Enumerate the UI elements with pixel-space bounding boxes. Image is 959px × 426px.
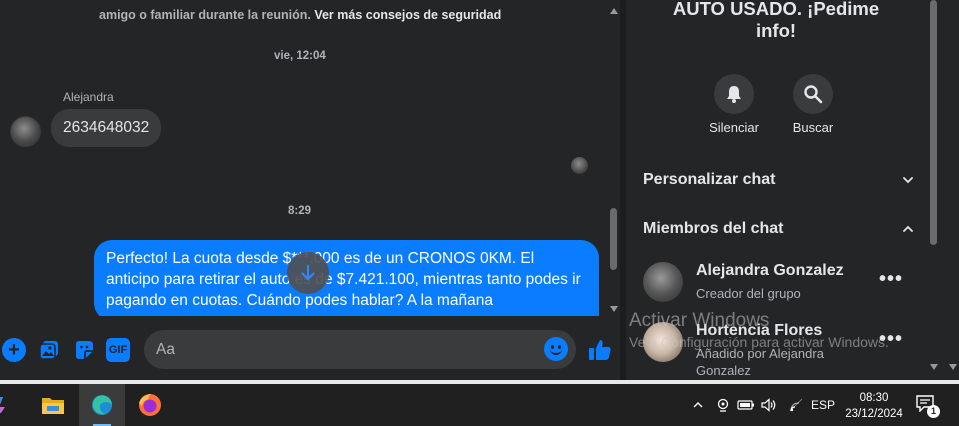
clock-time: 08:30 bbox=[859, 392, 889, 404]
battery-icon bbox=[737, 400, 754, 410]
mute-action[interactable]: Silenciar bbox=[699, 74, 769, 135]
firefox-icon bbox=[139, 394, 161, 416]
scroll-to-bottom-button[interactable] bbox=[287, 252, 329, 294]
scroll-down-arrow-icon[interactable] bbox=[949, 364, 957, 370]
info-scrollbar[interactable] bbox=[927, 0, 941, 380]
sticker-icon bbox=[76, 341, 93, 359]
customize-chat-label: Personalizar chat bbox=[643, 171, 776, 188]
member-role: Creador del grupo bbox=[696, 286, 801, 301]
file-explorer-icon bbox=[42, 398, 64, 414]
group-title: AUTO USADO. ¡Pedime info! bbox=[626, 0, 926, 44]
member-name: Alejandra Gonzalez bbox=[696, 262, 844, 279]
network-tray-button[interactable] bbox=[785, 384, 807, 426]
screen: amigo o familiar durante la reunión. Ver… bbox=[0, 0, 959, 426]
chevron-down-icon bbox=[903, 177, 913, 184]
copilot-button[interactable] bbox=[0, 384, 22, 426]
language-indicator[interactable]: ESP bbox=[810, 384, 836, 426]
watermark-subtitle: Ve a Configuración para activar Windows. bbox=[629, 334, 889, 350]
notification-center-button[interactable]: 1 bbox=[916, 394, 940, 418]
sender-name: Alejandra bbox=[63, 90, 114, 104]
show-hidden-icons-button[interactable] bbox=[688, 384, 708, 426]
scroll-up-arrow-icon[interactable] bbox=[610, 8, 618, 14]
group-title-text: AUTO USADO. ¡Pedime info! bbox=[672, 0, 880, 41]
chat-scrollbar[interactable] bbox=[607, 0, 620, 316]
copilot-icon bbox=[0, 397, 5, 413]
page-scrollbar[interactable] bbox=[941, 0, 959, 380]
member-options-button[interactable]: ••• bbox=[879, 268, 903, 291]
taskbar: ESP 08:30 23/12/2024 1 bbox=[0, 384, 959, 426]
notification-badge: 1 bbox=[927, 405, 940, 418]
edge-button[interactable] bbox=[79, 384, 125, 426]
thumbs-up-icon bbox=[589, 340, 611, 360]
attach-photo-button[interactable] bbox=[37, 338, 61, 362]
clock[interactable]: 08:30 23/12/2024 bbox=[835, 390, 913, 422]
wifi-icon bbox=[789, 398, 803, 412]
chat-panel: amigo o familiar durante la reunión. Ver… bbox=[0, 0, 620, 380]
sticker-button[interactable] bbox=[72, 338, 96, 362]
file-explorer-button[interactable] bbox=[30, 384, 76, 426]
clock-date: 23/12/2024 bbox=[845, 408, 903, 420]
activate-windows-watermark: Activar Windows Ve a Configuración para … bbox=[629, 310, 889, 350]
edge-icon bbox=[92, 395, 112, 415]
message-input-wrapper[interactable] bbox=[144, 330, 576, 369]
gif-button[interactable]: GIF bbox=[106, 338, 130, 362]
avatar[interactable] bbox=[643, 262, 683, 302]
photo-icon bbox=[39, 341, 58, 360]
bell-icon bbox=[727, 86, 741, 103]
customize-chat-section[interactable]: Personalizar chat bbox=[643, 169, 913, 193]
safety-notice: amigo o familiar durante la reunión. Ver… bbox=[99, 8, 501, 22]
scroll-down-arrow-icon[interactable] bbox=[610, 306, 618, 312]
scrollbar-thumb[interactable] bbox=[930, 0, 937, 245]
mute-label: Silenciar bbox=[709, 120, 759, 135]
more-actions-button[interactable]: + bbox=[2, 338, 26, 362]
volume-tray-button[interactable] bbox=[759, 384, 779, 426]
scrollbar-thumb[interactable] bbox=[610, 208, 617, 270]
safety-notice-text: amigo o familiar durante la reunión. bbox=[99, 8, 311, 22]
timestamp: 8:29 bbox=[288, 205, 312, 217]
message-composer: + GIF bbox=[0, 318, 620, 380]
outgoing-message[interactable]: Perfecto! La cuota desde $***.000 es de … bbox=[94, 240, 599, 316]
like-button[interactable] bbox=[588, 338, 612, 362]
arrow-down-icon bbox=[301, 265, 315, 280]
sender-avatar[interactable] bbox=[10, 116, 41, 147]
read-receipt-avatar bbox=[571, 157, 588, 174]
webcam-tray-button[interactable] bbox=[713, 384, 733, 426]
safety-tips-link[interactable]: Ver más consejos de seguridad bbox=[314, 8, 501, 22]
chevron-up-icon bbox=[903, 225, 913, 232]
member-role: Añadido por Alejandra Gonzalez bbox=[696, 346, 824, 378]
message-list: amigo o familiar durante la reunión. Ver… bbox=[0, 0, 606, 316]
battery-tray-button[interactable] bbox=[736, 384, 756, 426]
speaker-icon bbox=[761, 398, 776, 412]
search-button[interactable] bbox=[793, 74, 833, 114]
emoji-icon[interactable] bbox=[544, 337, 568, 361]
incoming-message[interactable]: 2634648032 bbox=[51, 109, 162, 147]
webcam-icon bbox=[717, 398, 729, 412]
member-item[interactable]: Alejandra Gonzalez Creador del grupo ••• bbox=[643, 262, 913, 312]
scroll-down-arrow-icon[interactable] bbox=[930, 364, 938, 370]
timestamp: vie, 12:04 bbox=[274, 50, 326, 62]
firefox-button[interactable] bbox=[127, 384, 173, 426]
chat-members-section[interactable]: Miembros del chat bbox=[643, 218, 913, 242]
search-label: Buscar bbox=[792, 120, 834, 135]
search-action[interactable]: Buscar bbox=[778, 74, 848, 135]
mute-button[interactable] bbox=[714, 74, 754, 114]
message-input[interactable] bbox=[156, 330, 536, 369]
search-icon bbox=[804, 85, 823, 104]
chevron-up-icon bbox=[693, 402, 703, 408]
watermark-title: Activar Windows bbox=[629, 310, 770, 331]
chat-members-label: Miembros del chat bbox=[643, 220, 784, 237]
